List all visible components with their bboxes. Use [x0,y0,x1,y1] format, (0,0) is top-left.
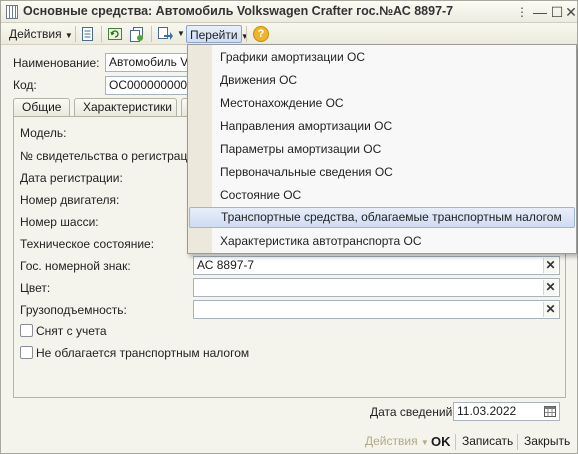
save-button[interactable]: Записать [462,433,513,450]
form-icon [6,5,18,19]
clear-icon[interactable]: ✕ [543,280,557,295]
color-label: Цвет: [20,281,51,295]
model-label: Модель: [20,126,67,140]
calendar-icon[interactable] [544,405,556,417]
menu-item-depreciation-parameters[interactable]: Параметры амортизации ОС [189,139,575,160]
certificate-label: № свидетельства о регистрации [20,149,201,163]
toolbar: Действия ▼ ▼ Перейти ▼ ? [1,23,577,45]
actions-label: Действия [9,27,62,41]
document-list-icon[interactable] [80,26,96,42]
info-date-label: Дата сведений: [370,405,456,419]
engine-number-label: Номер двигателя: [20,193,120,207]
plate-input[interactable]: АС 8897-7 ✕ [193,256,560,275]
color-input[interactable]: ✕ [193,278,560,297]
toolbar-separator [246,26,247,42]
tab-general[interactable]: Общие [13,98,70,117]
name-label: Наименование: [13,56,100,70]
title-bar: Основные средства: Автомобиль Volkswagen… [1,1,577,23]
ok-button[interactable]: OK [431,433,451,450]
clear-icon[interactable]: ✕ [543,258,557,273]
toolbar-separator [75,26,76,42]
plate-value: АС 8897-7 [197,258,255,272]
goto-label: Перейти [190,28,238,42]
refresh-icon[interactable] [107,26,123,42]
menu-item-depreciation-directions[interactable]: Направления амортизации ОС [189,116,575,137]
footer-actions-label: Действия [365,434,418,448]
info-date-input[interactable]: 11.03.2022 [453,402,560,421]
menu-item-movements[interactable]: Движения ОС [189,70,575,91]
code-label: Код: [13,78,37,92]
toolbar-separator [151,26,152,42]
info-date-value: 11.03.2022 [457,404,517,418]
footer-separator [517,434,518,450]
menu-item-transport-tax-vehicles[interactable]: Транспортные средства, облагаемые трансп… [189,207,575,228]
goto-menu-button[interactable]: Перейти ▼ [186,25,249,43]
tab-characteristics[interactable]: Характеристики [74,98,177,117]
close-button[interactable]: Закрыть [524,433,570,450]
deregistered-label: Снят с учета [36,324,107,338]
deregistered-checkbox[interactable] [20,324,33,337]
menu-dots-icon[interactable]: ⋮ [513,3,531,21]
footer-actions-button[interactable]: Действия ▼ [365,433,429,450]
goto-dropdown-menu: Графики амортизации ОС Движения ОС Место… [187,44,577,254]
capacity-label: Грузоподъемность: [20,303,127,317]
menu-item-initial-info[interactable]: Первоначальные сведения ОС [189,162,575,183]
menu-item-depreciation-schedules[interactable]: Графики амортизации ОС [189,47,575,68]
toolbar-separator [101,26,102,42]
footer-bar: Действия ▼ OK Записать Закрыть [1,430,577,453]
name-input[interactable]: Автомобиль Vo [105,53,195,72]
window-title: Основные средства: Автомобиль Volkswagen… [23,4,454,18]
menu-item-location[interactable]: Местонахождение ОС [189,93,575,114]
form-window: Основные средства: Автомобиль Volkswagen… [0,0,578,454]
based-on-icon[interactable] [157,26,173,42]
dropdown-arrow-icon: ▼ [240,32,249,41]
clear-icon[interactable]: ✕ [543,302,557,317]
copy-document-icon[interactable] [129,26,145,42]
plate-label: Гос. номерной знак: [20,259,131,273]
reg-date-label: Дата регистрации: [20,171,123,185]
footer-separator [455,434,456,450]
close-window-button[interactable]: ✕ [562,3,578,21]
minimize-button[interactable]: — [531,3,549,21]
help-icon[interactable]: ? [253,26,269,42]
no-tax-checkbox[interactable] [20,346,33,359]
menu-item-vehicle-characteristics[interactable]: Характеристика автотранспорта ОС [189,231,575,252]
dropdown-arrow-icon: ▼ [64,31,73,40]
dropdown-arrow-icon: ▼ [420,438,429,447]
capacity-input[interactable]: ✕ [193,300,560,319]
chassis-number-label: Номер шасси: [20,215,99,229]
menu-item-state[interactable]: Состояние ОС [189,185,575,206]
code-input[interactable]: ОС00000000007 [105,76,195,95]
condition-label: Техническое состояние: [20,237,155,251]
no-tax-label: Не облагается транспортным налогом [36,346,250,360]
actions-menu-button[interactable]: Действия ▼ [6,25,76,43]
